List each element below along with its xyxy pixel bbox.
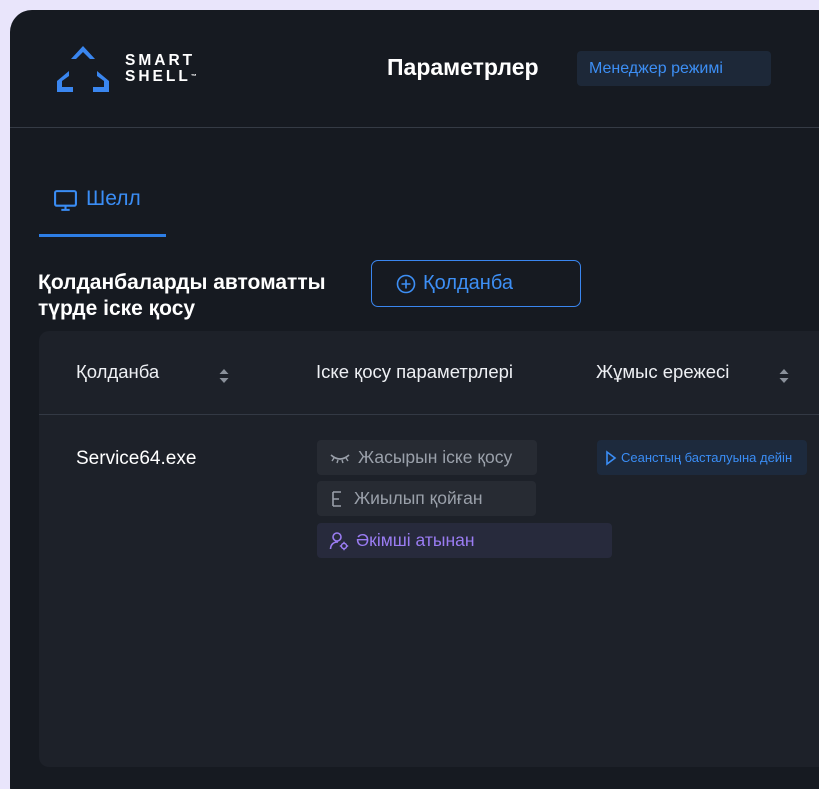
sort-icon[interactable] (218, 366, 230, 386)
plus-circle-icon (396, 274, 416, 293)
add-button-label: Қолданба (423, 272, 513, 294)
app-name: Service64.exe (76, 448, 197, 469)
column-header-rule[interactable]: Жұмыс ережесі (596, 361, 729, 383)
param-label: Жасырын іске қосу (358, 447, 513, 467)
logo-tm: ™ (190, 74, 197, 80)
param-tag-hidden: Жасырын іске қосу (317, 440, 537, 475)
user-admin-icon (329, 531, 349, 550)
logo-icon (57, 46, 109, 92)
monitor-icon (54, 190, 77, 211)
minimize-icon (332, 490, 341, 507)
param-tag-admin: Әкімші атынан (317, 523, 612, 558)
param-label: Әкімші атынан (356, 530, 475, 550)
logo-text: SMART SHELL™ (125, 53, 197, 85)
param-label: Жиылып қойған (354, 488, 483, 508)
app-window: SMART SHELL™ Параметрлер Менеджер режимі… (10, 10, 819, 789)
logo-line1: SMART (125, 52, 196, 69)
play-icon (606, 449, 617, 466)
section-title: Қолданбаларды автоматты түрде іске қосу (38, 271, 326, 320)
add-application-button[interactable]: Қолданба (371, 260, 581, 307)
tab-shell[interactable]: Шелл (39, 170, 166, 237)
rule-tag: Сеанстың басталуына дейін (597, 440, 807, 475)
rule-label: Сеанстың басталуына дейін (621, 450, 793, 465)
sort-icon[interactable] (778, 366, 790, 386)
mode-badge[interactable]: Менеджер режимі (577, 51, 771, 86)
table-header: Қолданба Іске қосу параметрлері Жұмыс ер… (39, 331, 819, 415)
header: SMART SHELL™ Параметрлер Менеджер режимі (10, 10, 819, 128)
param-tag-minimized: Жиылып қойған (317, 481, 536, 516)
column-header-params: Іске қосу параметрлері (316, 361, 514, 382)
page-title: Параметрлер (387, 54, 539, 80)
smartshell-logo: SMART SHELL™ (55, 44, 197, 94)
eye-closed-icon (330, 453, 350, 463)
logo-line2: SHELL (125, 68, 191, 85)
autostart-table: Қолданба Іске қосу параметрлері Жұмыс ер… (39, 331, 819, 767)
column-header-app[interactable]: Қолданба (76, 361, 159, 383)
tab-shell-label: Шелл (86, 187, 141, 210)
